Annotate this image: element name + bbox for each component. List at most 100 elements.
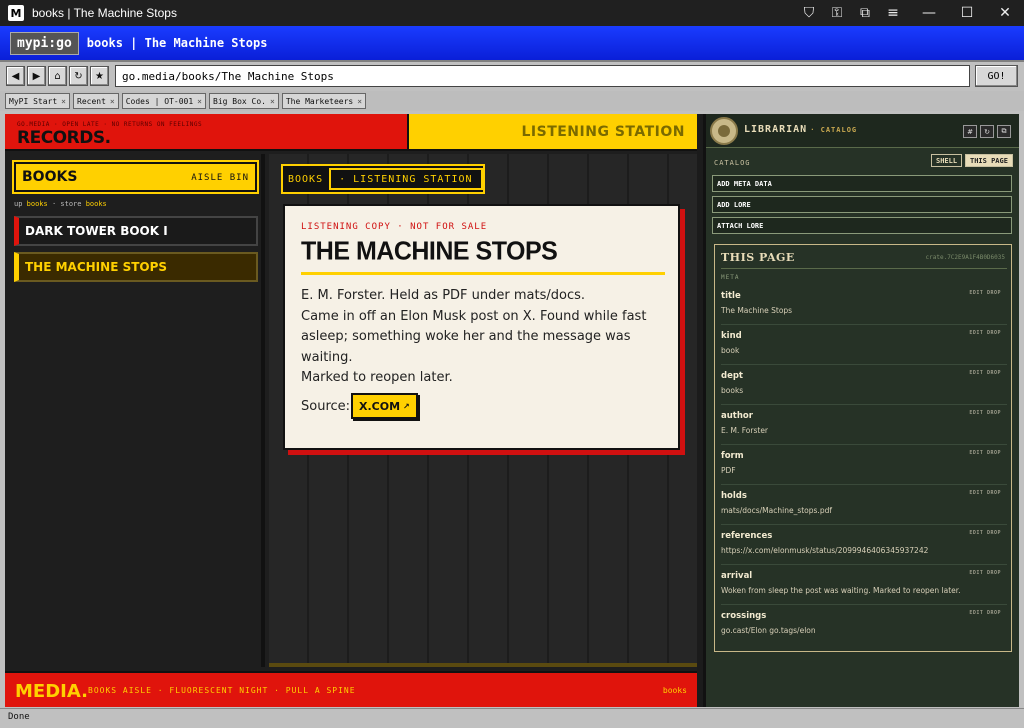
- maximize-icon[interactable]: ☐: [948, 0, 986, 26]
- crumb-books-link[interactable]: books: [27, 200, 48, 208]
- go-button[interactable]: GO!: [975, 65, 1018, 87]
- meta-actions: EDIT DROP: [969, 290, 1001, 296]
- meta-key: kind: [721, 331, 742, 341]
- chip-row: BOOKS · LISTENING STATION: [281, 164, 485, 194]
- drop-button[interactable]: DROP: [987, 410, 1001, 416]
- drop-button[interactable]: DROP: [987, 570, 1001, 576]
- drop-button[interactable]: DROP: [987, 450, 1001, 456]
- tab-codes[interactable]: Codes | OT-001 ×: [121, 93, 206, 109]
- meta-value: go.cast/Elon go.tags/elon: [721, 626, 816, 635]
- url-input[interactable]: go.media/books/The Machine Stops: [115, 65, 970, 87]
- tab-close-icon[interactable]: ×: [270, 97, 275, 106]
- tab-close-icon[interactable]: ×: [197, 97, 202, 106]
- meta-actions: EDIT DROP: [969, 370, 1001, 376]
- edit-button[interactable]: EDIT: [969, 370, 983, 376]
- meta-key: arrival: [721, 571, 753, 581]
- book-item-label: THE MACHINE STOPS: [25, 260, 168, 274]
- crumb-store-books-link[interactable]: books: [86, 200, 107, 208]
- copy-icon[interactable]: ⧉: [997, 125, 1011, 138]
- meta-value: https://x.com/elonmusk/status/2099946406…: [721, 546, 929, 555]
- drop-button[interactable]: DROP: [987, 290, 1001, 296]
- shield-icon[interactable]: ⛉: [795, 5, 823, 21]
- edit-button[interactable]: EDIT: [969, 330, 983, 336]
- back-button[interactable]: ◀: [6, 66, 25, 86]
- tab-label: MyPI Start: [9, 96, 58, 106]
- catalog-label: CATALOG: [714, 159, 751, 167]
- window-controls: — ☐ ✕: [910, 0, 1024, 26]
- media-footer-link[interactable]: books: [663, 686, 687, 695]
- meta-key: references: [721, 531, 773, 541]
- tab-label: Recent: [77, 96, 106, 106]
- crumb-store: store: [60, 200, 82, 208]
- tab-mypi-start[interactable]: MyPI Start ×: [5, 93, 70, 109]
- drop-button[interactable]: DROP: [987, 490, 1001, 496]
- records-title[interactable]: RECORDS.: [17, 128, 111, 148]
- book-item-machine-stops[interactable]: THE MACHINE STOPS: [14, 252, 258, 282]
- listening-station-chip[interactable]: · LISTENING STATION: [329, 168, 483, 190]
- tab-close-icon[interactable]: ×: [357, 97, 362, 106]
- tab-big-box[interactable]: Big Box Co. ×: [209, 93, 279, 109]
- aisle-bin-label: AISLE BIN: [191, 173, 249, 183]
- site-logo[interactable]: mypi:go: [10, 31, 79, 55]
- menu-icon[interactable]: ≡: [879, 5, 907, 21]
- refresh-icon[interactable]: ↻: [980, 125, 994, 138]
- extensions-icon[interactable]: ⧉: [851, 5, 879, 21]
- minimize-icon[interactable]: —: [910, 0, 948, 26]
- bookmark-button[interactable]: ★: [90, 66, 109, 86]
- tab-label: Codes | OT-001: [125, 96, 194, 106]
- edit-button[interactable]: EDIT: [969, 410, 983, 416]
- reload-button[interactable]: ↻: [69, 66, 88, 86]
- edit-button[interactable]: EDIT: [969, 530, 983, 536]
- meta-row-form: form PDF EDIT DROP: [721, 445, 1007, 485]
- attach-lore-button[interactable]: ATTACH LORE: [712, 217, 1012, 234]
- media-tagline: BOOKS AISLE · FLUORESCENT NIGHT · PULL A…: [88, 686, 356, 695]
- listening-station-label[interactable]: LISTENING STATION: [521, 124, 685, 140]
- meta-row-title: title The Machine Stops EDIT DROP: [721, 285, 1007, 325]
- app-icon: M: [8, 5, 24, 21]
- meta-row-kind: kind book EDIT DROP: [721, 325, 1007, 365]
- drop-button[interactable]: DROP: [987, 370, 1001, 376]
- toggle-shell[interactable]: SHELL: [931, 154, 963, 167]
- lock-icon[interactable]: ⚿: [823, 5, 851, 21]
- body-line: E. M. Forster. Held as PDF under mats/do…: [301, 288, 586, 303]
- meta-row-references: references https://x.com/elonmusk/status…: [721, 525, 1007, 565]
- edit-button[interactable]: EDIT: [969, 570, 983, 576]
- meta-value: E. M. Forster: [721, 426, 769, 435]
- meta-key: holds: [721, 491, 747, 501]
- bookmark-tabs: MyPI Start × Recent × Codes | OT-001 × Big …: [0, 91, 1024, 111]
- body-line: asleep; something woke her and the messa…: [301, 329, 631, 365]
- body-line: Came in off an Elon Musk post on X. Foun…: [301, 308, 647, 324]
- add-lore-button[interactable]: ADD LORE: [712, 196, 1012, 213]
- drop-button[interactable]: DROP: [987, 330, 1001, 336]
- meta-value: book: [721, 346, 740, 355]
- edit-button[interactable]: EDIT: [969, 450, 983, 456]
- books-chip[interactable]: BOOKS: [283, 174, 323, 185]
- hash-icon[interactable]: #: [963, 125, 977, 138]
- edit-button[interactable]: EDIT: [969, 490, 983, 496]
- meta-actions: EDIT DROP: [969, 410, 1001, 416]
- librarian-name: LIBRARIAN · CATALOG: [744, 124, 857, 135]
- tab-close-icon[interactable]: ×: [110, 97, 115, 106]
- brand-bar: mypi:go books | The Machine Stops: [0, 26, 1024, 62]
- tab-marketeers[interactable]: The Marketeers ×: [281, 93, 367, 109]
- meta-actions: EDIT DROP: [969, 450, 1001, 456]
- meta-value: PDF: [721, 466, 736, 475]
- forward-button[interactable]: ▶: [27, 66, 46, 86]
- librarian-sub: · CATALOG: [810, 126, 858, 134]
- edit-button[interactable]: EDIT: [969, 290, 983, 296]
- tab-close-icon[interactable]: ×: [61, 97, 66, 106]
- book-card: LISTENING COPY · NOT FOR SALE THE MACHIN…: [283, 204, 680, 450]
- main-pane: GO.MEDIA · OPEN LATE · NO RETURNS ON FEE…: [5, 114, 697, 707]
- source-button[interactable]: X.COM ↗: [351, 393, 418, 419]
- home-button[interactable]: ⌂: [48, 66, 67, 86]
- book-item-dark-tower[interactable]: DARK TOWER BOOK I: [14, 216, 258, 246]
- tab-recent[interactable]: Recent ×: [73, 93, 119, 109]
- close-icon[interactable]: ✕: [986, 0, 1024, 26]
- media-title[interactable]: MEDIA.: [15, 681, 88, 702]
- add-meta-data-button[interactable]: ADD META DATA: [712, 175, 1012, 192]
- drop-button[interactable]: DROP: [987, 610, 1001, 616]
- edit-button[interactable]: EDIT: [969, 610, 983, 616]
- title-toolbar: ⛉ ⚿ ⧉ ≡: [795, 0, 907, 26]
- drop-button[interactable]: DROP: [987, 530, 1001, 536]
- toggle-this-page[interactable]: THIS PAGE: [965, 154, 1013, 167]
